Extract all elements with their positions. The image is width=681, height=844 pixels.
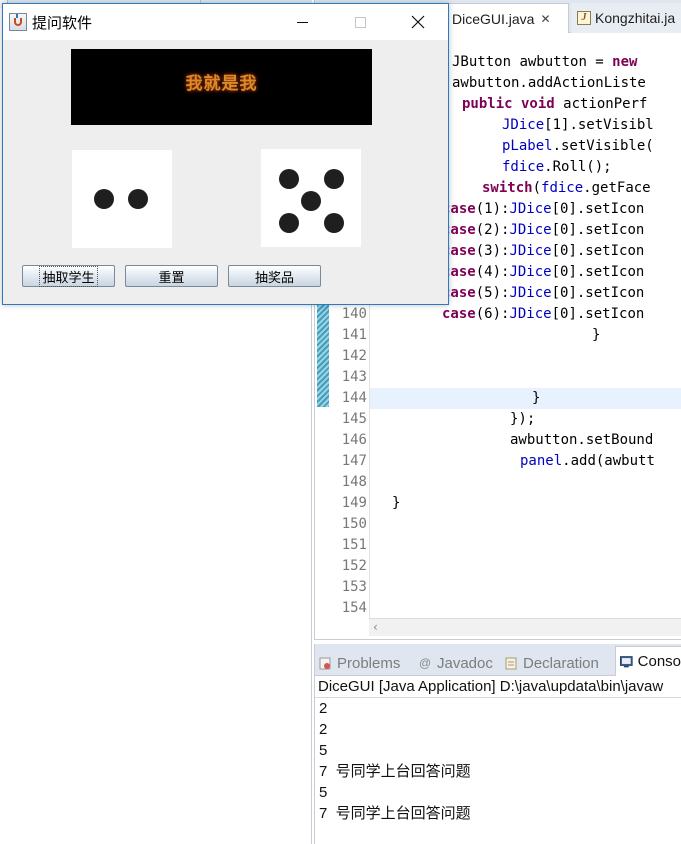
die-pip xyxy=(324,213,344,233)
code-line: fdice.Roll(); xyxy=(502,159,612,175)
line-number: 149 xyxy=(341,495,367,511)
tab-javadoc[interactable]: @ Javadoc xyxy=(419,650,493,676)
tab-label: Javadoc xyxy=(437,654,493,672)
title-bar[interactable]: 提问软件 xyxy=(3,4,448,40)
code-line: case(1):JDice[0].setIcon xyxy=(442,201,645,217)
line-number: 142 xyxy=(341,348,367,364)
console-line: 7 号同学上台回答问题 xyxy=(319,805,471,822)
draw-student-button[interactable]: 抽取学生 xyxy=(22,265,115,287)
minimize-button[interactable] xyxy=(273,4,331,40)
die-pip xyxy=(301,191,321,211)
console-line: 2 xyxy=(319,721,328,738)
line-number: 152 xyxy=(341,558,367,574)
code-line: panel.add(awbutt xyxy=(520,453,655,469)
maximize-button[interactable] xyxy=(331,4,389,40)
maximize-icon xyxy=(354,16,366,28)
line-number: 144 xyxy=(341,390,367,406)
code-line: case(5):JDice[0].setIcon xyxy=(442,285,645,301)
tab-problems[interactable]: Problems xyxy=(319,650,400,676)
die-pip xyxy=(279,213,299,233)
code-line: } xyxy=(532,390,541,406)
draw-prize-button[interactable]: 抽奖品 xyxy=(228,265,321,287)
console-line: 2 xyxy=(319,700,328,717)
code-line: awbutton.addActionListe xyxy=(452,75,646,91)
app-window: 提问软件 我就是我 抽取学生 重置 抽奖品 xyxy=(2,3,449,305)
code-line: case(3):JDice[0].setIcon xyxy=(442,243,645,259)
tab-console[interactable]: Conso xyxy=(615,646,681,676)
banner-text: 我就是我 xyxy=(185,74,258,94)
cup-shape xyxy=(14,18,22,26)
tab-label: Conso xyxy=(637,653,681,670)
code-line: awbutton.setBound xyxy=(510,432,654,448)
scroll-left-icon[interactable]: ‹ xyxy=(373,620,378,634)
code-line: JDice[1].setVisibl xyxy=(502,117,654,133)
console-line: 5 xyxy=(319,742,328,759)
line-number: 140 xyxy=(341,306,367,322)
console-icon xyxy=(620,656,633,668)
declaration-icon xyxy=(505,657,517,669)
die-pip xyxy=(279,169,299,189)
console-line: 5 xyxy=(319,784,328,801)
die-right xyxy=(261,149,361,247)
line-number: 141 xyxy=(341,327,367,343)
close-window-button[interactable] xyxy=(389,4,447,40)
console-panel: Problems @ Javadoc Declaration Conso Dic… xyxy=(314,644,681,844)
code-line: public void actionPerf xyxy=(462,96,648,112)
die-pip xyxy=(94,189,114,209)
tab-label: Declaration xyxy=(523,654,599,672)
minimize-icon xyxy=(296,21,308,23)
tab-declaration[interactable]: Declaration xyxy=(505,650,599,676)
problems-icon xyxy=(319,657,331,669)
tab-kongzhitai[interactable]: J Kongzhitai.ja xyxy=(571,3,681,33)
code-line: case(6):JDice[0].setIcon xyxy=(442,306,645,322)
console-output[interactable]: 2 2 5 7 号同学上台回答问题 5 7 号同学上台回答问题 xyxy=(319,698,679,824)
line-number: 150 xyxy=(341,516,367,532)
code-line: switch(fdice.getFace xyxy=(482,180,651,196)
tab-label: Problems xyxy=(337,654,401,672)
console-launch-header: DiceGUI [Java Application] D:\java\updat… xyxy=(315,676,681,698)
console-line: 7 号同学上台回答问题 xyxy=(319,763,471,780)
code-line: JButton awbutton = new xyxy=(452,54,638,70)
window-title: 提问软件 xyxy=(32,15,93,32)
code-line: pLabel.setVisible( xyxy=(502,138,654,154)
code-line: } xyxy=(392,495,401,511)
close-icon xyxy=(411,15,425,29)
code-line: }); xyxy=(510,411,536,427)
button-label: 重置 xyxy=(158,270,185,286)
line-number: 146 xyxy=(341,432,367,448)
line-number: 145 xyxy=(341,411,367,427)
code-line: } xyxy=(592,327,601,343)
banner-image: 我就是我 xyxy=(71,49,372,125)
line-number: 148 xyxy=(341,474,367,490)
tab-dicegui[interactable]: DiceGUI.java ✕ xyxy=(445,3,569,33)
die-pip xyxy=(324,169,344,189)
die-pip xyxy=(128,189,148,209)
button-label: 抽取学生 xyxy=(39,265,98,287)
editor-tab-label: DiceGUI.java xyxy=(452,10,535,27)
line-number: 153 xyxy=(341,579,367,595)
reset-button[interactable]: 重置 xyxy=(125,265,218,287)
code-line: case(4):JDice[0].setIcon xyxy=(442,264,645,280)
close-icon[interactable]: ✕ xyxy=(540,12,550,26)
button-label: 抽奖品 xyxy=(254,270,294,286)
current-line-highlight xyxy=(370,388,681,409)
horizontal-scrollbar[interactable]: ‹ xyxy=(369,618,681,636)
editor-tab-label: Kongzhitai.ja xyxy=(595,10,676,26)
code-line: case(2):JDice[0].setIcon xyxy=(442,222,645,238)
die-left xyxy=(72,150,172,248)
console-tab-bar: Problems @ Javadoc Declaration Conso xyxy=(315,644,681,676)
line-number: 143 xyxy=(341,369,367,385)
line-number: 154 xyxy=(341,600,367,616)
javadoc-icon: @ xyxy=(419,655,432,670)
line-number: 147 xyxy=(341,453,367,469)
line-number: 151 xyxy=(341,537,367,553)
java-app-icon[interactable] xyxy=(9,13,27,31)
java-file-icon: J xyxy=(577,11,591,25)
